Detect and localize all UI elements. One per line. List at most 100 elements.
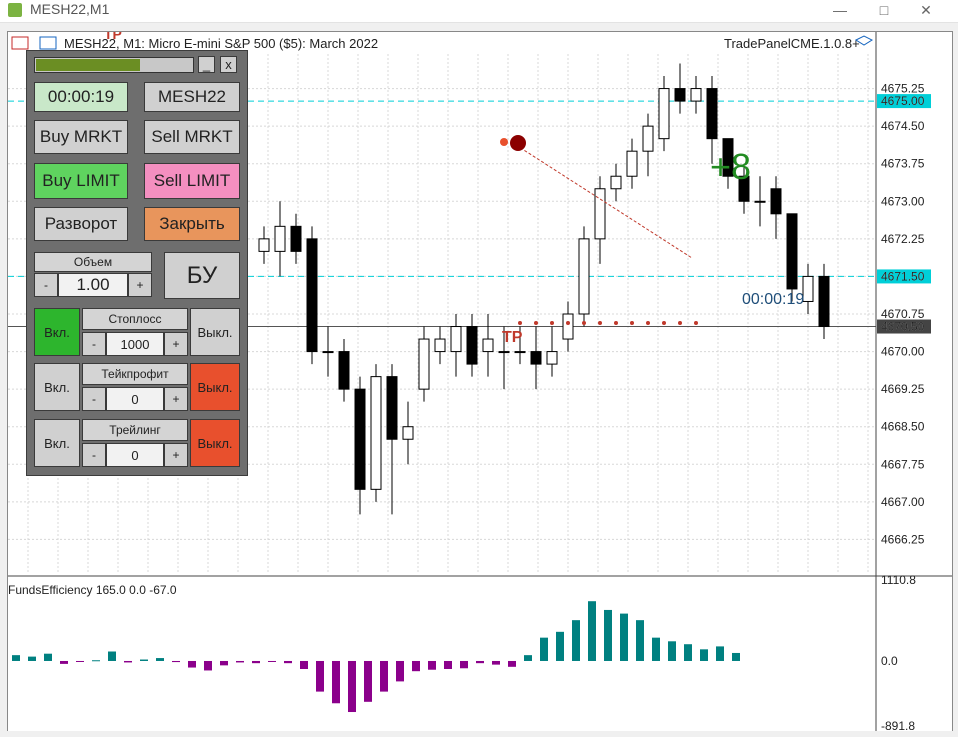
candle-body (402, 426, 414, 440)
histogram-bar (572, 620, 580, 661)
trailing-label: Трейлинг (82, 419, 188, 441)
tp-dot (646, 321, 650, 325)
close-panel-button[interactable]: x (220, 56, 237, 73)
sell-market-button[interactable]: Sell MRKT (144, 120, 240, 154)
panel-name: TradePanelCME.1.0.8+ (724, 36, 860, 51)
candle-body (386, 376, 398, 440)
stoploss-plus-button[interactable]: + (164, 332, 188, 356)
histogram-bar (476, 660, 484, 664)
breakeven-button[interactable]: БУ (164, 252, 240, 299)
candle-body (530, 351, 542, 365)
histogram-bar (316, 660, 324, 692)
price-tick-label: 4675.00 (881, 94, 925, 108)
histogram-bar (300, 660, 308, 670)
buy-market-button[interactable]: Buy MRKT (34, 120, 128, 154)
histogram-bar (92, 660, 100, 662)
trailing-minus-button[interactable]: - (82, 443, 106, 467)
volume-input[interactable]: 1.00 (58, 273, 128, 297)
close-position-button[interactable]: Закрыть (144, 207, 240, 241)
histogram-bar (716, 646, 724, 661)
histogram-bar (284, 660, 292, 664)
histogram-bar (588, 601, 596, 661)
candle-body (626, 150, 638, 177)
tp-label: TP (502, 329, 523, 346)
histogram-bar (332, 660, 340, 704)
timer-text: 00:00:19 (742, 291, 804, 308)
candle-body (354, 388, 366, 490)
stoploss-minus-button[interactable]: - (82, 332, 106, 356)
app-icon (8, 3, 22, 17)
close-icon[interactable]: ✕ (904, 0, 948, 22)
takeprofit-input[interactable]: 0 (106, 387, 164, 411)
trailing-input[interactable]: 0 (106, 443, 164, 467)
histogram-bar (156, 658, 164, 661)
volume-minus-button[interactable]: - (34, 273, 58, 297)
candle-body (546, 351, 558, 365)
volume-label: Объем (34, 252, 152, 272)
candle-body (562, 313, 574, 340)
histogram-bar (364, 660, 372, 702)
histogram-bar (44, 653, 52, 661)
histogram-bar (684, 644, 692, 661)
indicator-tick-label: 0.0 (881, 654, 898, 668)
chart-menu-icon[interactable] (11, 36, 29, 50)
candle-body (690, 88, 702, 102)
histogram-bar (620, 613, 628, 661)
takeprofit-on-button[interactable]: Вкл. (34, 363, 80, 411)
histogram-bar (412, 660, 420, 672)
histogram-bar (732, 652, 740, 661)
timer-button[interactable]: 00:00:19 (34, 82, 128, 112)
trailing-plus-button[interactable]: + (164, 443, 188, 467)
histogram-bar (556, 631, 564, 661)
stoploss-off-button[interactable]: Выкл. (190, 308, 240, 356)
minimize-panel-button[interactable]: _ (198, 56, 215, 73)
histogram-bar (124, 660, 132, 663)
price-tick-label: 4674.50 (881, 119, 925, 133)
candle-body (642, 125, 654, 152)
trade-panel[interactable]: _ x 00:00:19 MESH22 Buy MRKT Sell MRKT B… (26, 50, 248, 476)
trailing-off-button[interactable]: Выкл. (190, 419, 240, 467)
candle-body (802, 275, 814, 302)
maximize-icon[interactable]: □ (862, 0, 906, 22)
histogram-bar (220, 660, 228, 666)
takeprofit-plus-button[interactable]: + (164, 387, 188, 411)
candle-body (514, 351, 526, 354)
indicator-tick-label: 1110.8 (881, 573, 916, 587)
takeprofit-minus-button[interactable]: - (82, 387, 106, 411)
stoploss-on-button[interactable]: Вкл. (34, 308, 80, 356)
histogram-bar (140, 659, 148, 661)
reverse-button[interactable]: Разворот (34, 207, 128, 241)
stoploss-input[interactable]: 1000 (106, 332, 164, 356)
candle-body (370, 376, 382, 490)
histogram-bar (668, 641, 676, 661)
minimize-icon[interactable]: — (818, 0, 862, 22)
histogram-bar (172, 660, 180, 663)
buy-limit-button[interactable]: Buy LIMIT (34, 163, 128, 199)
chart-settings-icon[interactable] (39, 36, 57, 50)
candle-body (610, 175, 622, 190)
trailing-on-button[interactable]: Вкл. (34, 419, 80, 467)
candle-body (466, 326, 478, 365)
histogram-bar (700, 649, 708, 661)
candle-body (338, 351, 350, 390)
takeprofit-label: Тейкпрофит (82, 363, 188, 385)
takeprofit-off-button[interactable]: Выкл. (190, 363, 240, 411)
profit-text: +8 (710, 146, 751, 187)
candle-body (754, 200, 766, 203)
tp-dot (566, 321, 570, 325)
histogram-bar (268, 660, 276, 662)
histogram-bar (188, 660, 196, 668)
histogram-bar (492, 660, 500, 665)
window-title: MESH22,M1 (30, 1, 110, 17)
price-tick-label: 4668.50 (881, 420, 925, 434)
histogram-bar (604, 609, 612, 661)
histogram-bar (348, 660, 356, 713)
symbol-button[interactable]: MESH22 (144, 82, 240, 112)
price-tick-label: 4670.00 (881, 345, 925, 359)
window-titlebar: MESH22,M1 — □ ✕ (0, 0, 958, 23)
candle-body (290, 225, 302, 252)
volume-plus-button[interactable]: + (128, 273, 152, 297)
candle-body (786, 213, 798, 290)
position-marker[interactable] (510, 135, 526, 151)
sell-limit-button[interactable]: Sell LIMIT (144, 163, 240, 199)
